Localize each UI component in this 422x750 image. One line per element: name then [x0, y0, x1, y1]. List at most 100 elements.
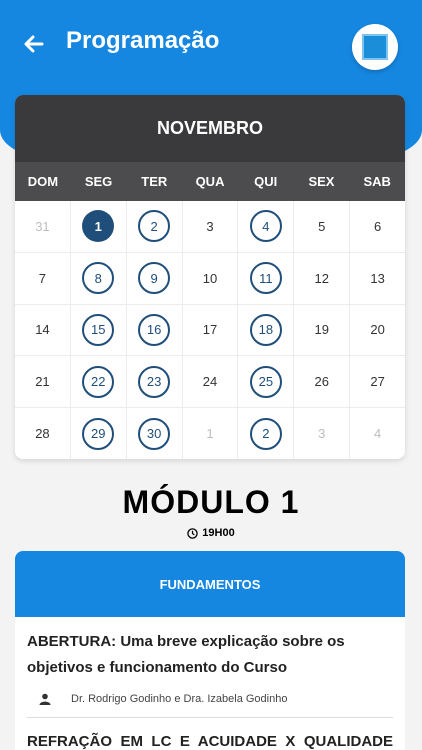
author-name: Dr. Rodrigo Godinho e Dra. Izabela Godin…: [71, 693, 288, 705]
calendar-day[interactable]: 4: [238, 201, 295, 252]
calendar-day[interactable]: 10: [183, 252, 239, 304]
calendar-day[interactable]: 6: [350, 201, 405, 252]
calendar-day[interactable]: 2: [127, 201, 183, 252]
calendar-day-number: 24: [202, 374, 218, 390]
person-icon: [39, 693, 51, 705]
calendar-day-number: 2: [138, 210, 171, 243]
calendar-day[interactable]: 17: [183, 304, 239, 356]
calendar-day-number: 21: [35, 374, 50, 390]
calendar-day-number: 4: [373, 426, 382, 442]
calendar-day[interactable]: 3: [183, 201, 239, 252]
calendar-day-number: 15: [82, 313, 115, 346]
calendar-day[interactable]: 25: [238, 356, 295, 408]
calendar-day[interactable]: 8: [71, 252, 127, 304]
calendar-day[interactable]: 29: [71, 408, 127, 459]
schedule-item-title[interactable]: REFRAÇÃO EM LC E ACUIDADE X QUALIDADE: [15, 718, 405, 750]
calendar-day[interactable]: 2: [238, 408, 295, 459]
calendar-weekday-row: DOM SEG TER QUA QUI SEX SAB: [15, 162, 405, 201]
calendar-week-row: 14 15 16 17 18 19 20: [15, 304, 405, 357]
calendar-day-number: 10: [202, 270, 218, 286]
calendar-day-number: 16: [138, 313, 171, 346]
calendar-day[interactable]: 20: [350, 305, 405, 356]
calendar-day-number: 5: [318, 218, 326, 234]
calendar-day-number: 6: [373, 218, 382, 234]
weekday-label: SAB: [363, 174, 391, 189]
calendar-day[interactable]: 1: [183, 408, 239, 459]
schedule-item-author: Dr. Rodrigo Godinho e Dra. Izabela Godin…: [27, 693, 393, 705]
module-time-label: 19H00: [202, 527, 235, 539]
module-title: MÓDULO 1: [122, 484, 300, 520]
calendar-day-number: 26: [314, 374, 329, 390]
calendar-day-number: 28: [35, 426, 50, 442]
calendar-day[interactable]: 11: [238, 252, 295, 304]
calendar-day-number: 17: [202, 322, 218, 338]
calendar-day[interactable]: 5: [294, 201, 351, 252]
calendar-week-row: 31 1 2 3 4 5 6: [15, 201, 405, 253]
schedule-card: FUNDAMENTOS ABERTURA: Uma breve explicaç…: [15, 551, 405, 750]
schedule-item-title: ABERTURA: Uma breve explicação sobre os …: [27, 633, 345, 676]
calendar-day[interactable]: 19: [294, 304, 351, 356]
calendar-day[interactable]: 15: [71, 304, 127, 356]
calendar-day[interactable]: 21: [15, 356, 71, 408]
weekday-label: SEX: [308, 174, 335, 189]
calendar-day-number: 22: [82, 365, 115, 398]
module-time: 19H00: [0, 527, 422, 539]
calendar-day-number: 27: [370, 374, 385, 390]
calendar-day-number: 19: [314, 322, 329, 338]
calendar-day-number: 8: [82, 262, 115, 295]
calendar-day[interactable]: 26: [294, 356, 351, 408]
calendar-day[interactable]: 18: [238, 304, 295, 356]
weekday-label: TER: [141, 174, 168, 189]
calendar: NOVEMBRO DOM SEG TER QUA QUI SEX SAB 31 1…: [15, 95, 405, 459]
calendar-day[interactable]: 31: [15, 201, 71, 252]
back-button[interactable]: [20, 30, 48, 58]
calendar-week-row: 21 22 23 24 25 26 27: [15, 356, 405, 409]
section-heading: FUNDAMENTOS: [15, 551, 405, 617]
calendar-day-number: 13: [370, 270, 385, 286]
calendar-day[interactable]: 3: [294, 408, 351, 459]
calendar-month-title: NOVEMBRO: [15, 95, 405, 162]
calendar-day[interactable]: 27: [350, 356, 405, 407]
top-app-bar: Programação: [0, 0, 422, 90]
calendar-day[interactable]: 16: [127, 304, 183, 356]
calendar-grid: 31 1 2 3 4 5 6 7 8 9 10 11 12 13 14 15 16 17 18 19 20 21 22 23 2…: [15, 201, 405, 459]
calendar-day[interactable]: 1: [71, 201, 127, 252]
weekday-label: SEG: [84, 174, 113, 189]
calendar-day[interactable]: 22: [71, 356, 127, 408]
calendar-day-number: 11: [249, 262, 282, 295]
calendar-day[interactable]: 23: [127, 356, 183, 408]
calendar-day-number: 3: [206, 218, 214, 234]
calendar-day-number: 31: [35, 218, 50, 234]
page-title: Programação: [66, 27, 220, 54]
calendar-day[interactable]: 12: [294, 252, 351, 304]
calendar-day[interactable]: 4: [350, 408, 405, 459]
schedule-item[interactable]: ABERTURA: Uma breve explicação sobre os …: [15, 617, 405, 718]
calendar-day-number: 9: [138, 262, 171, 295]
calendar-day[interactable]: 14: [15, 304, 71, 356]
calendar-day-number: 29: [82, 417, 115, 450]
calendar-day-number: 12: [314, 270, 329, 286]
calendar-day-number: 2: [249, 417, 282, 450]
calendar-day[interactable]: 28: [15, 408, 71, 459]
calendar-day[interactable]: 13: [350, 253, 405, 304]
calendar-day-number: 20: [370, 322, 385, 338]
weekday-label: QUI: [254, 174, 278, 189]
calendar-day-number: 30: [138, 417, 171, 450]
calendar-day-number: 14: [35, 322, 50, 338]
calendar-day[interactable]: 30: [127, 408, 183, 459]
weekday-label: QUA: [195, 174, 225, 189]
calendar-week-row: 7 8 9 10 11 12 13: [15, 252, 405, 305]
calendar-day-number: 1: [82, 210, 115, 243]
calendar-week-row: 28 29 30 1 2 3 4: [15, 408, 405, 459]
calendar-day-number: 25: [249, 365, 282, 398]
calendar-day[interactable]: 24: [183, 356, 239, 408]
calendar-day[interactable]: 7: [15, 252, 71, 304]
arrow-left-icon: [24, 35, 44, 53]
calendar-day-number: 18: [249, 313, 282, 346]
calendar-day-number: 23: [138, 365, 171, 398]
calendar-day-number: 4: [249, 210, 282, 243]
calendar-day-number: 3: [318, 426, 326, 442]
avatar[interactable]: [352, 24, 398, 70]
clock-icon: [187, 527, 199, 539]
calendar-day[interactable]: 9: [127, 252, 183, 304]
